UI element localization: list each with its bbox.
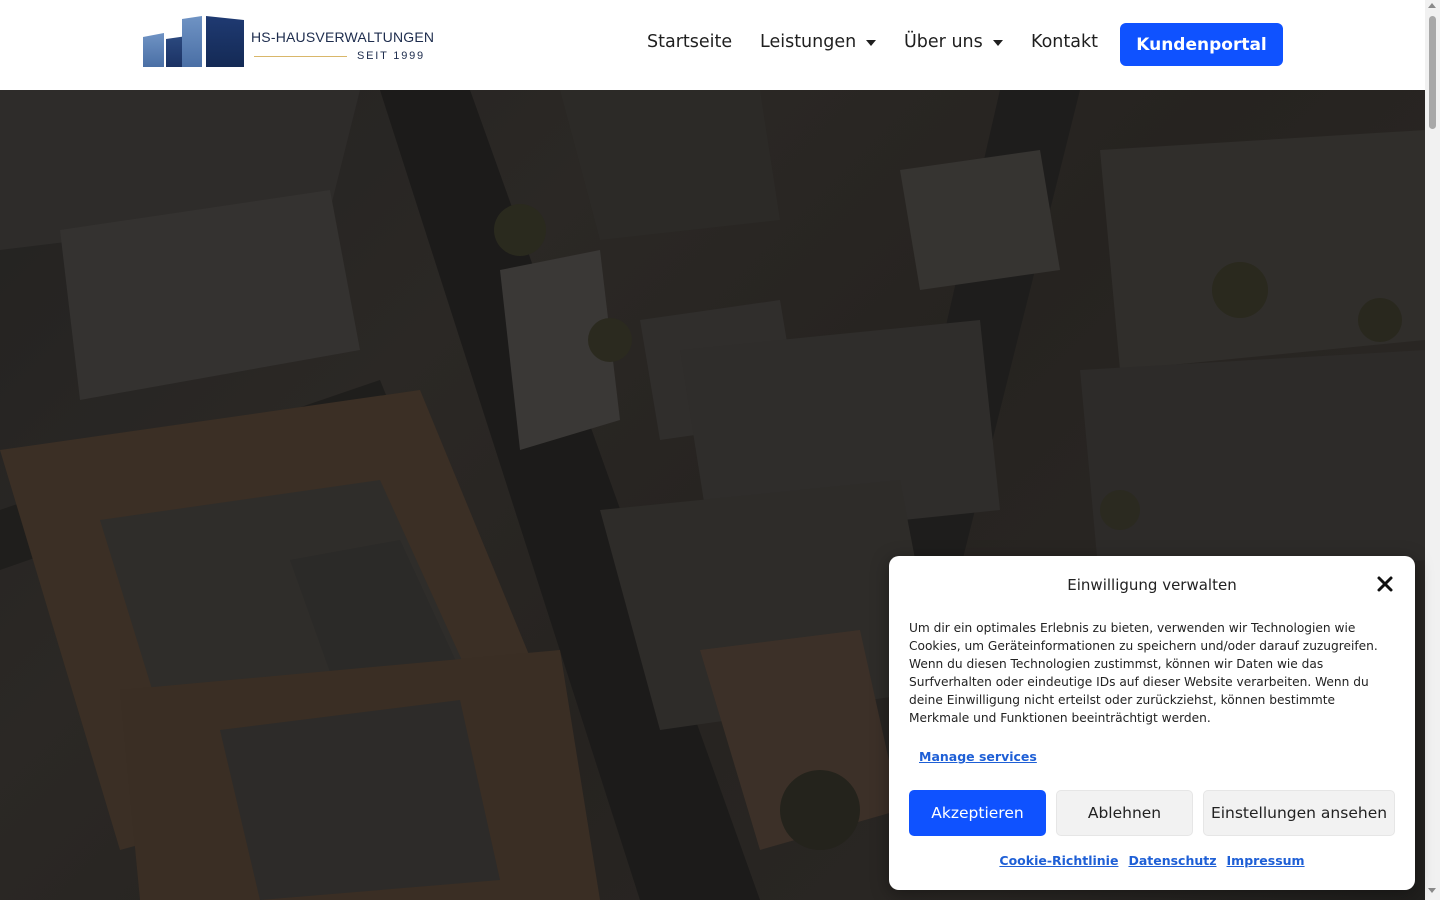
nav-label: Kontakt xyxy=(1031,32,1098,52)
caret-down-icon xyxy=(992,40,1003,46)
site-header: HS-HAUSVERWALTUNGEN SEIT 1999 Startseite… xyxy=(0,0,1425,90)
nav-label: Über uns xyxy=(904,32,983,52)
nav-item-ueber-uns[interactable]: Über uns xyxy=(904,32,1003,52)
close-icon[interactable] xyxy=(1376,575,1394,593)
logo-divider xyxy=(254,56,347,57)
manage-services-link[interactable]: Manage services xyxy=(919,749,1037,764)
site-logo[interactable]: HS-HAUSVERWALTUNGEN SEIT 1999 xyxy=(142,15,435,71)
cookie-consent-dialog: Einwilligung verwalten Um dir ein optima… xyxy=(889,556,1415,890)
nav-item-leistungen[interactable]: Leistungen xyxy=(760,32,877,52)
deny-button[interactable]: Ablehnen xyxy=(1056,790,1193,836)
nav-label: Leistungen xyxy=(760,32,857,52)
accept-button[interactable]: Akzeptieren xyxy=(909,790,1046,836)
cookie-footer-links: Cookie-Richtlinie Datenschutz Impressum xyxy=(889,853,1415,868)
scrollbar-thumb[interactable] xyxy=(1429,16,1436,129)
caret-down-icon xyxy=(866,40,877,46)
logo-wordmark: HS-HAUSVERWALTUNGEN xyxy=(251,29,435,45)
scroll-down-arrow-icon[interactable] xyxy=(1428,888,1436,893)
cookie-dialog-title: Einwilligung verwalten xyxy=(1067,576,1237,594)
imprint-link[interactable]: Impressum xyxy=(1227,853,1305,868)
scroll-up-arrow-icon[interactable] xyxy=(1428,3,1436,8)
privacy-link[interactable]: Datenschutz xyxy=(1128,853,1216,868)
cookie-dialog-text: Um dir ein optimales Erlebnis zu bieten,… xyxy=(909,621,1378,725)
cookie-policy-link[interactable]: Cookie-Richtlinie xyxy=(999,853,1118,868)
view-preferences-button[interactable]: Einstellungen ansehen xyxy=(1203,790,1395,836)
nav-label: Startseite xyxy=(647,32,733,52)
logo-tagline: SEIT 1999 xyxy=(357,50,425,62)
nav-item-kontakt[interactable]: Kontakt xyxy=(1031,32,1098,52)
buildings-logo-icon xyxy=(143,16,244,67)
nav-item-startseite[interactable]: Startseite xyxy=(647,32,732,52)
page-scrollbar[interactable] xyxy=(1425,0,1440,900)
kundenportal-button[interactable]: Kundenportal xyxy=(1120,23,1283,66)
